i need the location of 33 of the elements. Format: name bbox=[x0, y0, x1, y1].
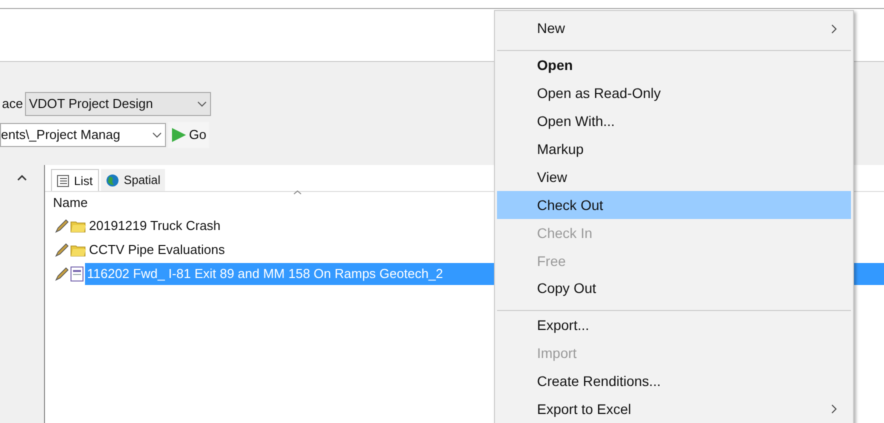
interface-combo[interactable]: VDOT Project Design bbox=[24, 92, 211, 116]
menu-item[interactable]: Markup bbox=[497, 135, 851, 163]
menu-item[interactable]: Open as Read-Only bbox=[497, 79, 851, 107]
menu-item[interactable]: Open bbox=[497, 51, 851, 79]
list-icon bbox=[57, 174, 69, 186]
folder-icon bbox=[70, 243, 86, 257]
dropdown-icon bbox=[152, 132, 162, 138]
pencil-icon bbox=[55, 243, 69, 257]
menu-item[interactable]: New bbox=[497, 15, 851, 51]
pencil-icon bbox=[55, 219, 69, 233]
menu-item[interactable]: View bbox=[497, 163, 851, 191]
go-button[interactable]: Go bbox=[168, 122, 210, 148]
view-tab[interactable]: Spatial bbox=[100, 169, 166, 191]
path-combo[interactable]: ents\_Project Manag bbox=[0, 123, 166, 147]
menu-item[interactable]: Create Renditions... bbox=[497, 367, 851, 395]
view-tab[interactable]: List bbox=[51, 169, 99, 191]
list-row[interactable]: CCTV Pipe Evaluations bbox=[87, 239, 225, 261]
sort-icon bbox=[293, 190, 302, 195]
play-icon bbox=[171, 127, 187, 143]
menu-item[interactable]: Check Out bbox=[497, 191, 851, 219]
folder-icon bbox=[70, 219, 86, 233]
column-header[interactable]: Name bbox=[53, 193, 88, 213]
menu-item[interactable]: Copy Out bbox=[497, 275, 851, 311]
globe-icon bbox=[106, 174, 119, 186]
interface-label: ace bbox=[1, 95, 24, 114]
list-row[interactable]: 20191219 Truck Crash bbox=[87, 215, 221, 237]
menu-item[interactable]: Open With... bbox=[497, 107, 851, 135]
menu-item[interactable]: Export... bbox=[497, 311, 851, 339]
menu-item[interactable]: Export to Excel bbox=[497, 395, 851, 423]
document-icon bbox=[70, 266, 84, 282]
pencil-icon bbox=[55, 267, 69, 281]
scroll-up-icon[interactable] bbox=[17, 175, 27, 181]
dropdown-icon bbox=[196, 101, 207, 107]
